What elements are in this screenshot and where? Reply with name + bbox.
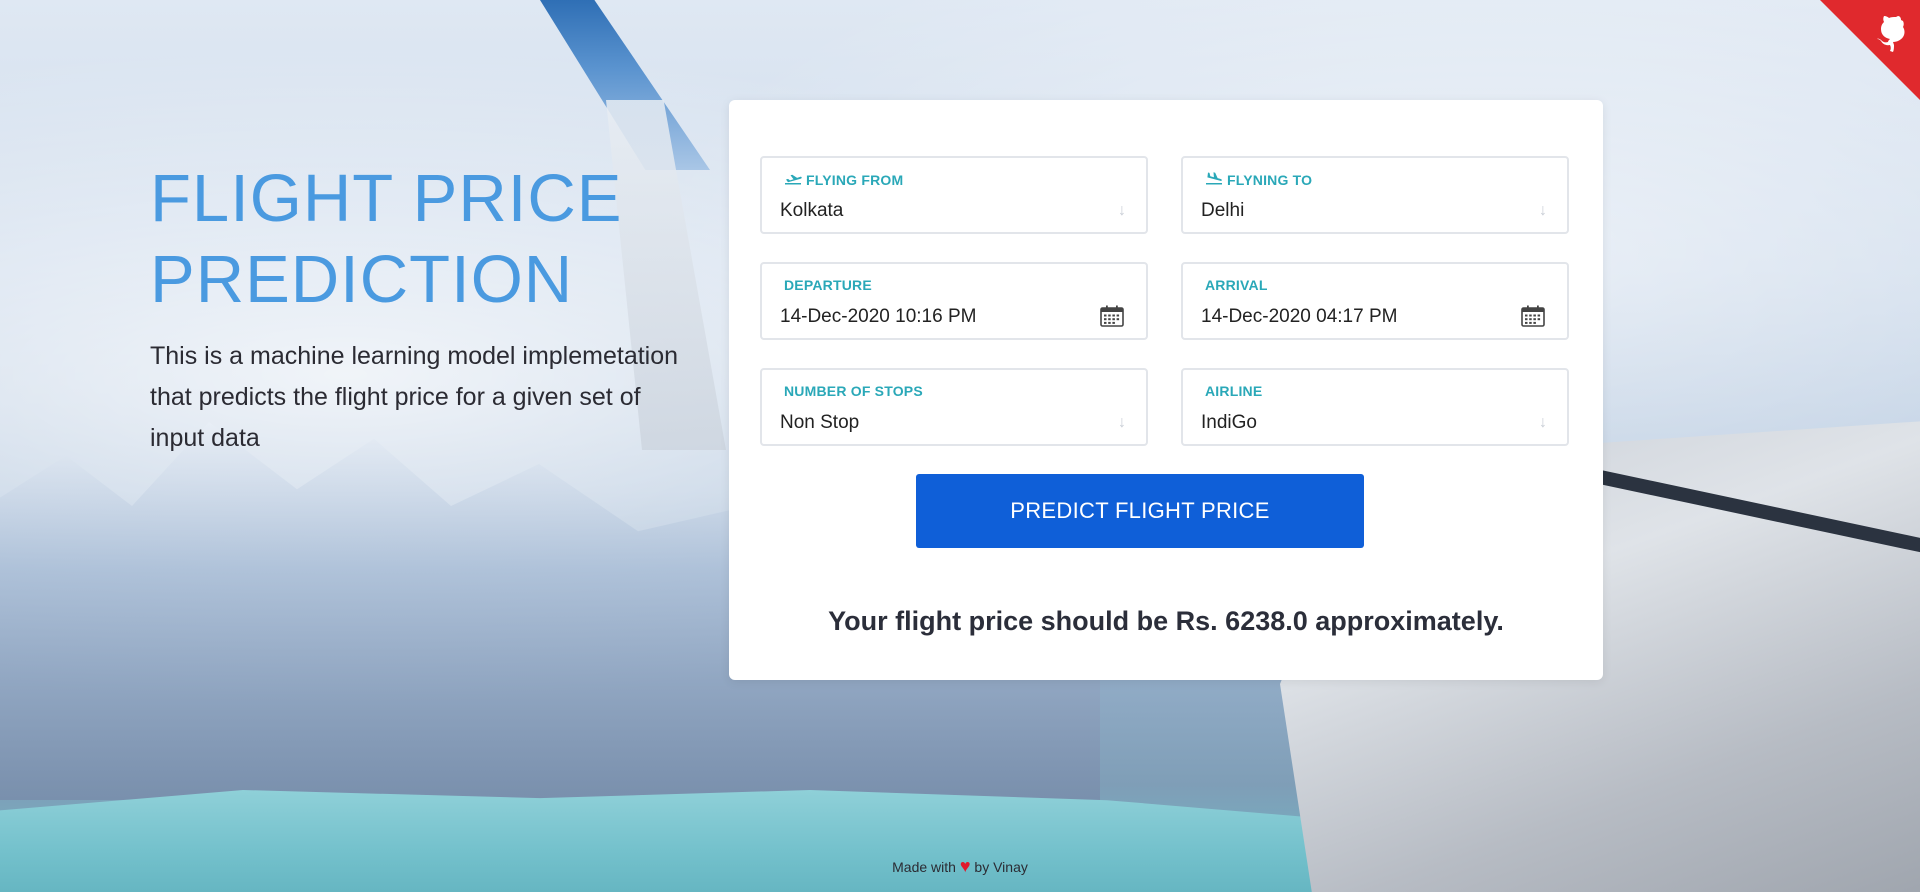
plane-takeoff-icon xyxy=(784,171,802,188)
calendar-icon[interactable] xyxy=(1100,305,1124,327)
flying-to-label: FLYNING TO xyxy=(1205,171,1312,188)
arrival-label: ARRIVAL xyxy=(1205,277,1268,293)
hero-section: FLIGHT PRICE PREDICTION This is a machin… xyxy=(150,158,690,459)
plane-landing-icon xyxy=(1205,171,1223,188)
arrival-datetime-input[interactable]: ARRIVAL 14-Dec-2020 04:17 PM xyxy=(1181,262,1569,340)
departure-value: 14-Dec-2020 10:16 PM xyxy=(780,306,977,327)
flying-to-label-text: FLYNING TO xyxy=(1227,171,1313,188)
flying-from-select[interactable]: FLYING FROM Kolkata ↓ xyxy=(760,156,1148,234)
airline-select[interactable]: AIRLINE IndiGo ↓ xyxy=(1181,368,1569,446)
flying-to-select[interactable]: FLYNING TO Delhi ↓ xyxy=(1181,156,1569,234)
flying-from-label: FLYING FROM xyxy=(784,171,903,188)
footer-author: by Vinay xyxy=(974,859,1028,875)
calendar-icon[interactable] xyxy=(1521,305,1545,327)
page-title: FLIGHT PRICE PREDICTION xyxy=(150,158,690,320)
footer: Made with ♥ by Vinay xyxy=(0,856,1920,877)
flying-from-value: Kolkata xyxy=(780,200,844,221)
arrow-down-icon: ↓ xyxy=(1118,414,1126,431)
airline-label: AIRLINE xyxy=(1205,383,1263,399)
airline-value: IndiGo xyxy=(1201,412,1257,433)
stops-value: Non Stop xyxy=(780,412,860,433)
arrival-value: 14-Dec-2020 04:17 PM xyxy=(1201,306,1398,327)
heart-icon: ♥ xyxy=(959,856,971,876)
arrow-down-icon: ↓ xyxy=(1539,414,1547,431)
arrow-down-icon: ↓ xyxy=(1118,202,1126,219)
departure-label: DEPARTURE xyxy=(784,277,872,293)
prediction-form-card: FLYING FROM Kolkata ↓ FLYNING TO Delhi ↓… xyxy=(729,100,1603,680)
flying-to-value: Delhi xyxy=(1201,200,1245,221)
predict-flight-price-button[interactable]: PREDICT FLIGHT PRICE xyxy=(916,474,1364,548)
arrow-down-icon: ↓ xyxy=(1539,202,1547,219)
page-title-line2: PREDICTION xyxy=(150,242,574,317)
flying-from-label-text: FLYING FROM xyxy=(806,171,904,188)
footer-made-with: Made with xyxy=(892,859,956,875)
github-octocat-icon xyxy=(1877,16,1905,52)
page-title-line1: FLIGHT PRICE xyxy=(150,161,623,236)
page-description: This is a machine learning model impleme… xyxy=(150,342,679,452)
number-of-stops-select[interactable]: NUMBER OF STOPS Non Stop ↓ xyxy=(760,368,1148,446)
prediction-result: Your flight price should be Rs. 6238.0 a… xyxy=(828,606,1504,636)
stops-label: NUMBER OF STOPS xyxy=(784,383,923,399)
departure-datetime-input[interactable]: DEPARTURE 14-Dec-2020 10:16 PM xyxy=(760,262,1148,340)
